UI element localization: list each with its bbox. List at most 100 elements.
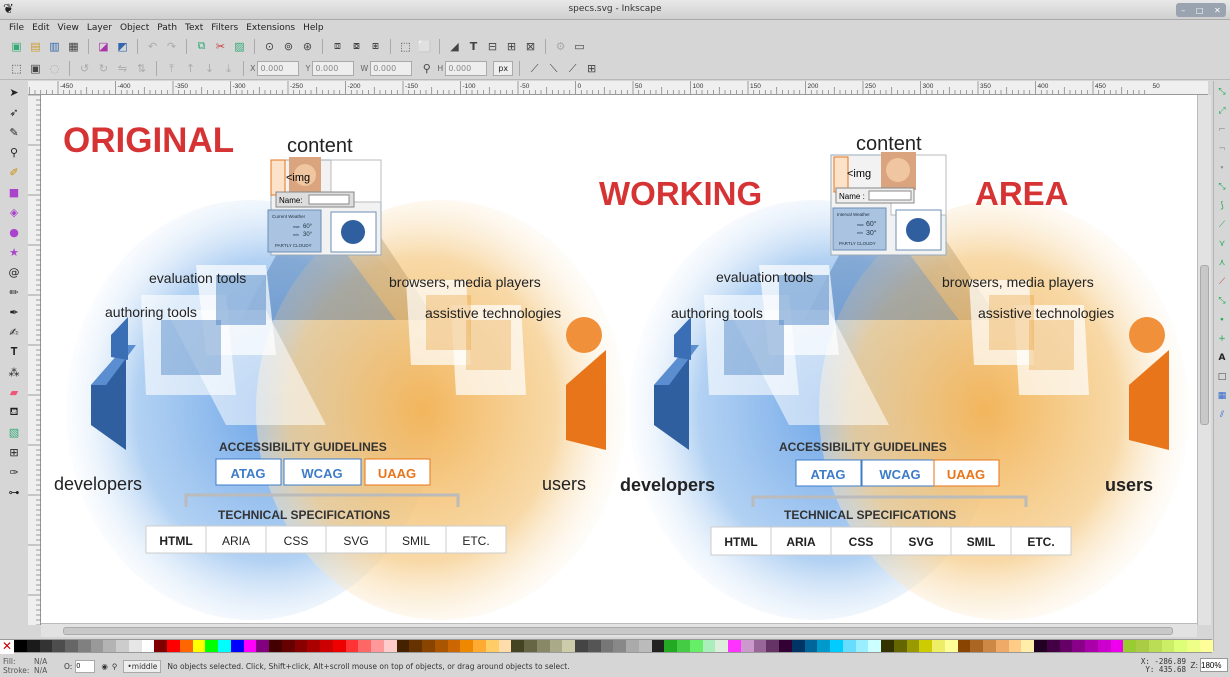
snap-centers-icon[interactable]: ∙ xyxy=(1215,312,1229,328)
color-swatch[interactable] xyxy=(524,640,537,652)
pen-tool-icon[interactable]: ✒ xyxy=(5,303,23,321)
connector-tool-icon[interactable]: ⊶ xyxy=(5,483,23,501)
lower-to-bottom-icon[interactable]: ⤓ xyxy=(220,60,237,77)
color-swatch[interactable] xyxy=(893,640,907,652)
snap-others-icon[interactable]: ⤡ xyxy=(1215,293,1229,309)
rotate-ccw-icon[interactable]: ↺ xyxy=(76,60,93,77)
color-swatch[interactable] xyxy=(753,640,767,652)
scale-stroke-icon[interactable]: ⟋ xyxy=(526,60,543,77)
color-swatch[interactable] xyxy=(39,640,53,652)
zoom-input[interactable] xyxy=(1200,658,1228,672)
spiral-tool-icon[interactable]: @ xyxy=(5,263,23,281)
mesh-tool-icon[interactable]: ⊞ xyxy=(5,443,23,461)
copy-icon[interactable]: ⧉ xyxy=(193,38,210,55)
color-swatch[interactable] xyxy=(256,640,269,652)
color-swatch[interactable] xyxy=(677,640,690,652)
color-swatch[interactable] xyxy=(320,640,333,652)
color-swatch[interactable] xyxy=(409,640,422,652)
color-swatch[interactable] xyxy=(804,640,818,652)
color-swatch[interactable] xyxy=(600,640,614,652)
menu-filters[interactable]: Filters xyxy=(211,23,238,33)
color-swatch[interactable] xyxy=(65,640,78,652)
unlink-clone-icon[interactable]: ⧆ xyxy=(367,38,384,55)
horizontal-scroll-thumb[interactable] xyxy=(63,627,1173,635)
snap-intersections-icon[interactable]: ⟋ xyxy=(1215,217,1229,233)
cut-icon[interactable]: ✂ xyxy=(212,38,229,55)
color-swatch[interactable] xyxy=(881,640,894,652)
no-paint-swatch-icon[interactable]: ✕ xyxy=(0,640,14,654)
selector-tool-icon[interactable]: ➤ xyxy=(5,83,23,101)
color-swatch[interactable] xyxy=(575,640,588,652)
spray-tool-icon[interactable]: ⁂ xyxy=(5,363,23,381)
minimize-icon[interactable]: – xyxy=(1181,6,1185,15)
vertical-scroll-thumb[interactable] xyxy=(1200,265,1209,425)
color-swatch[interactable] xyxy=(1046,640,1060,652)
flip-horizontal-icon[interactable]: ⇋ xyxy=(114,60,131,77)
measure-tool-icon[interactable]: ✐ xyxy=(5,163,23,181)
color-swatch[interactable] xyxy=(715,640,728,652)
color-swatch[interactable] xyxy=(970,640,983,652)
color-swatch[interactable] xyxy=(536,640,550,652)
close-icon[interactable]: ✕ xyxy=(1214,6,1221,15)
color-swatch[interactable] xyxy=(868,640,881,652)
snap-paths-icon[interactable]: ⟆ xyxy=(1215,198,1229,214)
color-swatch[interactable] xyxy=(14,640,27,652)
export-icon[interactable]: ◩ xyxy=(114,38,131,55)
menu-path[interactable]: Path xyxy=(157,23,177,33)
color-swatch[interactable] xyxy=(587,640,601,652)
xml-editor-icon[interactable]: ⊟ xyxy=(484,38,501,55)
text-font-icon[interactable]: T xyxy=(465,38,482,55)
color-swatch[interactable] xyxy=(830,640,843,652)
maximize-icon[interactable]: □ xyxy=(1196,6,1204,15)
color-swatch[interactable] xyxy=(281,640,295,652)
color-swatch[interactable] xyxy=(52,640,65,652)
layer-visibility-icon[interactable]: ◉ xyxy=(101,662,108,671)
snap-smooth-icon[interactable]: ⋏ xyxy=(1215,255,1229,271)
color-swatch[interactable] xyxy=(957,640,971,652)
lock-icon[interactable]: ⚲ xyxy=(418,60,435,77)
color-swatch[interactable] xyxy=(383,640,397,652)
select-all-icon[interactable]: ⬚ xyxy=(8,60,25,77)
pencil-tool-icon[interactable]: ✏ xyxy=(5,283,23,301)
color-swatch[interactable] xyxy=(728,640,741,652)
open-icon[interactable]: ▤ xyxy=(27,38,44,55)
color-swatch[interactable] xyxy=(817,640,830,652)
color-swatch[interactable] xyxy=(154,640,167,652)
snap-grids-icon[interactable]: ▦ xyxy=(1215,388,1229,404)
menu-object[interactable]: Object xyxy=(120,23,149,33)
calligraphy-tool-icon[interactable]: ✍ xyxy=(5,323,23,341)
color-swatch[interactable] xyxy=(294,640,308,652)
group-icon[interactable]: ⬚ xyxy=(397,38,414,55)
color-swatch[interactable] xyxy=(919,640,932,652)
color-swatch[interactable] xyxy=(332,640,346,652)
color-swatch[interactable] xyxy=(664,640,677,652)
color-swatch[interactable] xyxy=(702,640,716,652)
color-swatch[interactable] xyxy=(179,640,193,652)
snap-midpoints-icon[interactable]: ⟋ xyxy=(1215,274,1229,290)
y-input[interactable] xyxy=(312,61,355,76)
menu-text[interactable]: Text xyxy=(185,23,203,33)
color-swatch[interactable] xyxy=(1034,640,1047,652)
color-swatch[interactable] xyxy=(498,640,512,652)
unit-select[interactable]: px xyxy=(493,61,514,76)
color-swatch[interactable] xyxy=(77,640,91,652)
zoom-drawing-icon[interactable]: ⊚ xyxy=(280,38,297,55)
color-swatch[interactable] xyxy=(1008,640,1022,652)
color-swatch[interactable] xyxy=(167,640,180,652)
color-swatch[interactable] xyxy=(549,640,563,652)
snap-text-baseline-icon[interactable]: A xyxy=(1215,350,1229,366)
node-tool-icon[interactable]: ➶ xyxy=(5,103,23,121)
color-swatch[interactable] xyxy=(218,640,231,652)
color-swatch[interactable] xyxy=(983,640,996,652)
snap-rotation-center-icon[interactable]: + xyxy=(1215,331,1229,347)
menu-file[interactable]: File xyxy=(9,23,24,33)
horizontal-scrollbar[interactable] xyxy=(41,623,1197,637)
stroke-value[interactable]: N/A xyxy=(34,666,64,675)
dropper-tool-icon[interactable]: ✑ xyxy=(5,463,23,481)
duplicate-icon[interactable]: ⧈ xyxy=(329,38,346,55)
raise-to-top-icon[interactable]: ⤒ xyxy=(163,60,180,77)
scale-corners-icon[interactable]: ⟍ xyxy=(545,60,562,77)
rotate-cw-icon[interactable]: ↻ xyxy=(95,60,112,77)
color-swatch[interactable] xyxy=(1199,640,1213,652)
save-icon[interactable]: ▥ xyxy=(46,38,63,55)
